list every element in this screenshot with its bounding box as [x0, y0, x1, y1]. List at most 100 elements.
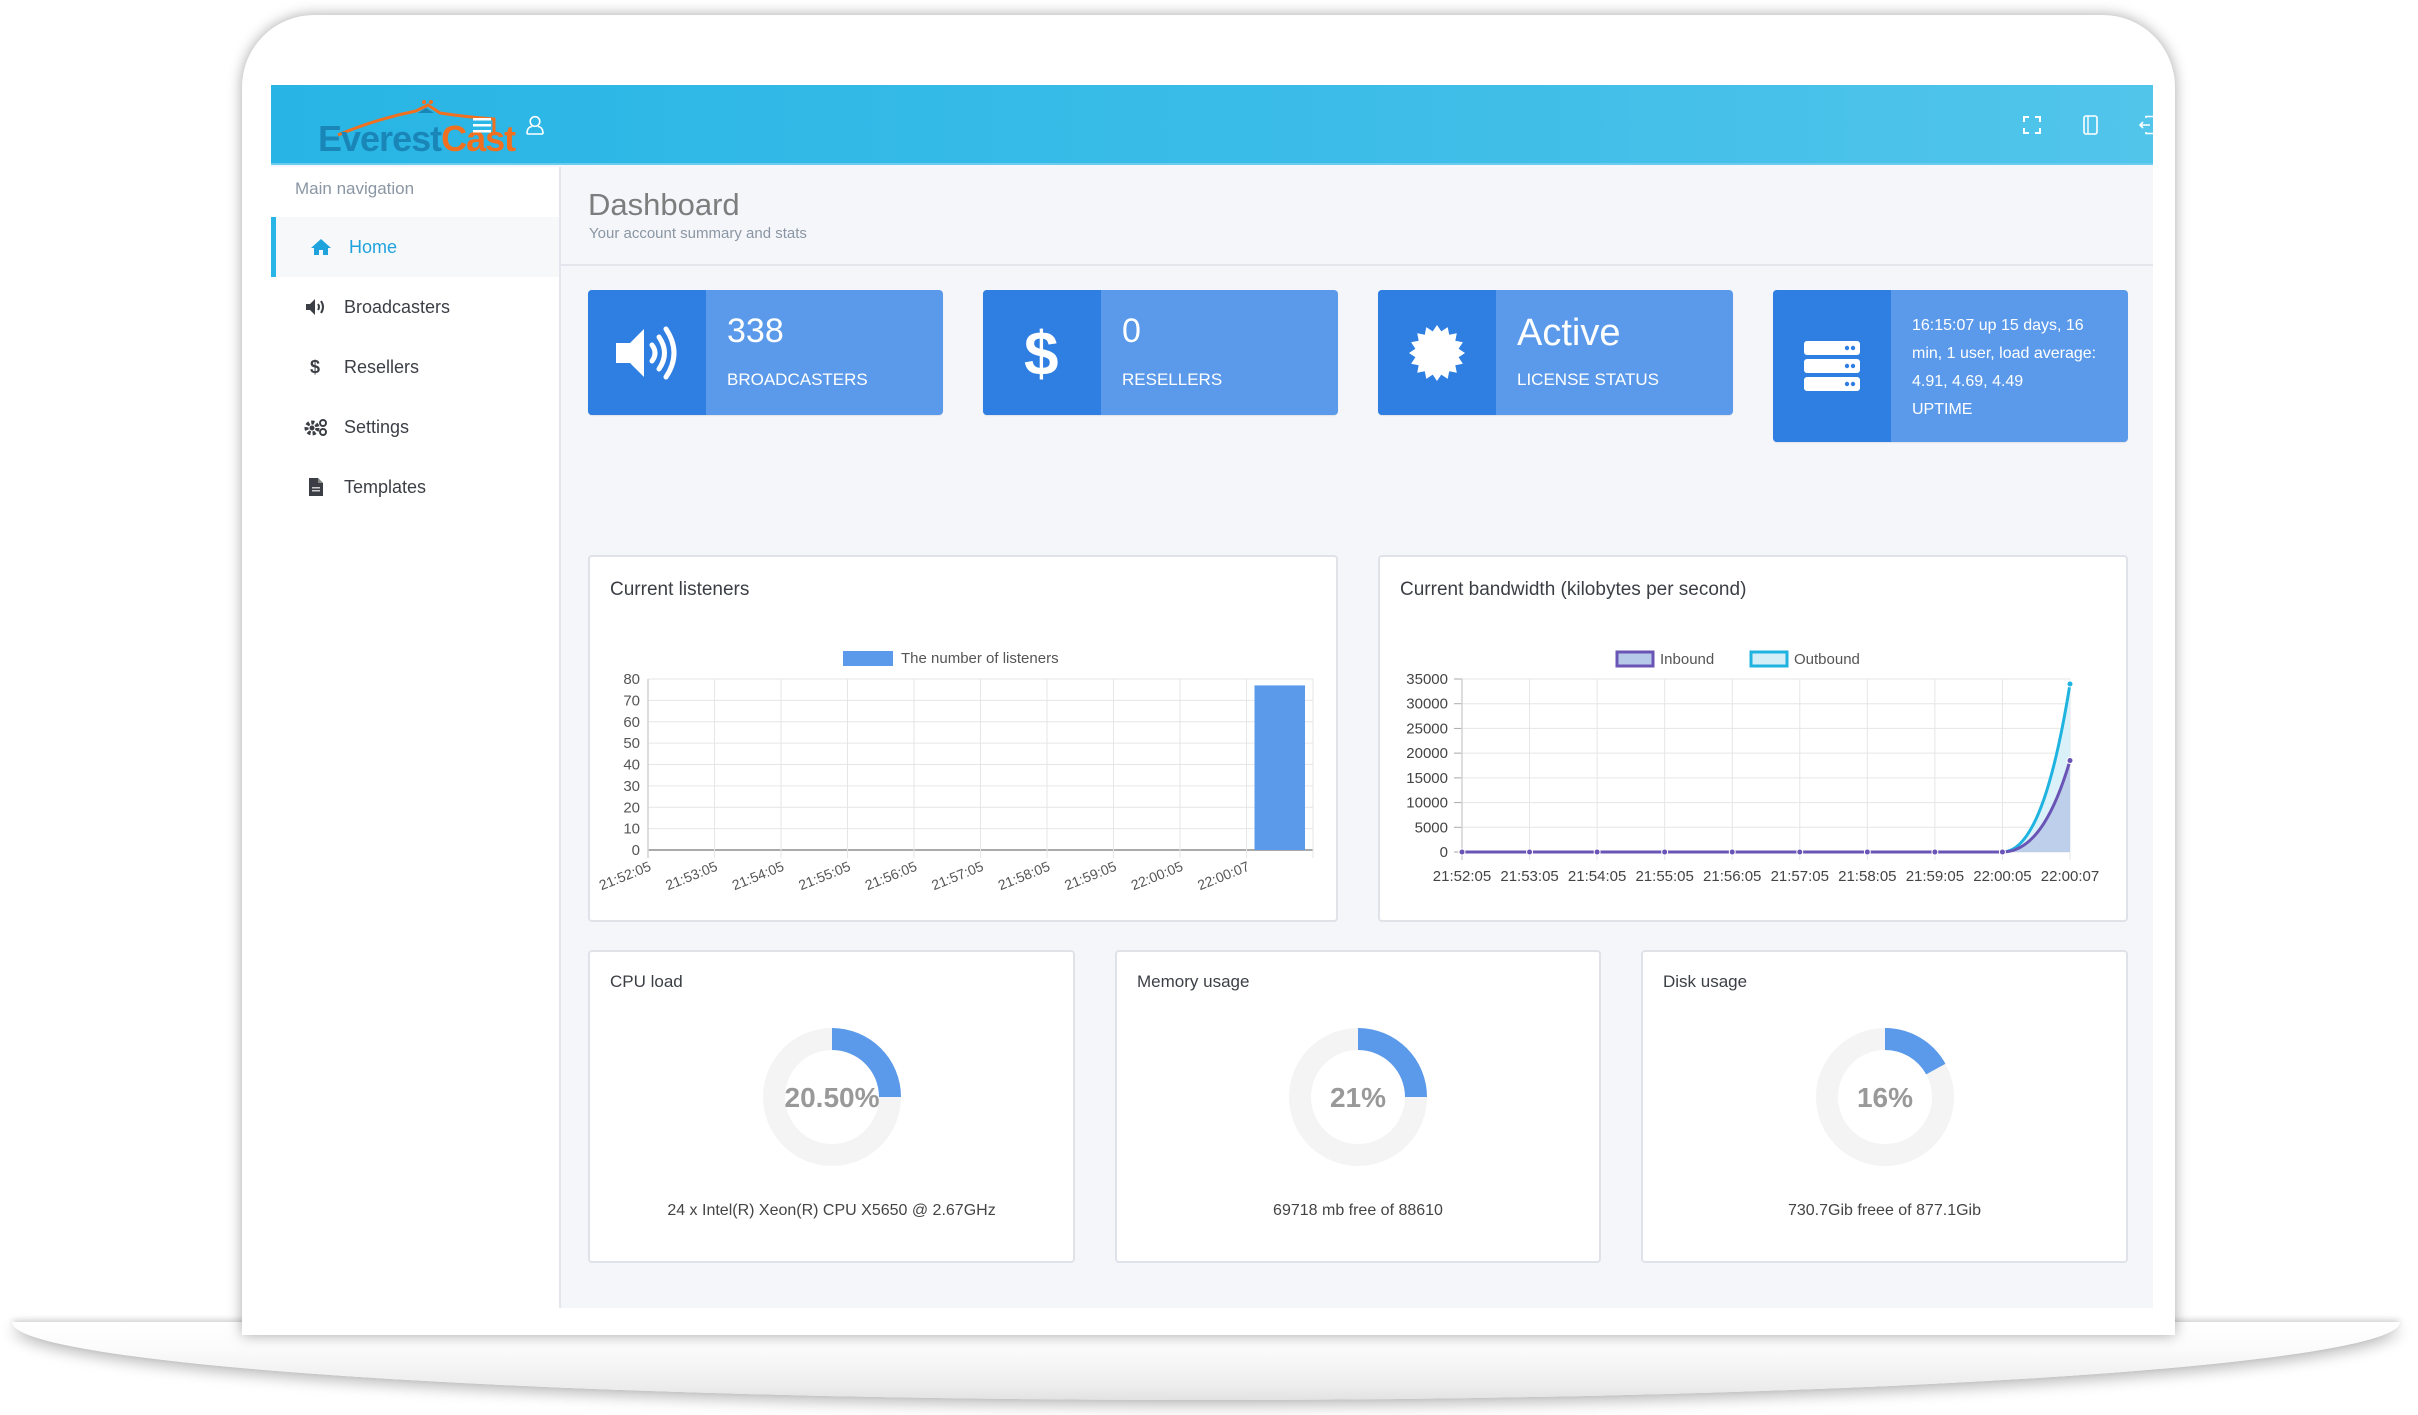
y-tick-label: 10000 [1406, 795, 1448, 812]
stat-value: 0 [1122, 312, 1141, 350]
sidebar-item-settings[interactable]: Settings [271, 397, 559, 457]
volume-icon [303, 294, 329, 320]
y-tick-label: 80 [623, 671, 640, 688]
server-icon [1773, 290, 1891, 442]
certificate-shape [1409, 324, 1465, 381]
bar [1254, 685, 1305, 850]
stat-license[interactable]: Active LICENSE STATUS [1378, 290, 1733, 415]
listeners-bar-chart: The number of listeners 0 10 20 30 40 50 60 70 80… [597, 650, 1314, 893]
data-point [1458, 848, 1466, 856]
stat-value: 338 [727, 312, 784, 350]
page-subtitle: Your account summary and stats [589, 225, 807, 242]
data-point [2066, 757, 2074, 765]
y-tick-label: 15000 [1406, 770, 1448, 787]
logout-button[interactable] [2134, 111, 2153, 139]
series-line-inbound [1462, 760, 2072, 854]
legend-label: The number of listeners [901, 650, 1059, 667]
stat-label: LICENSE STATUS [1517, 370, 1660, 389]
stat-label: UPTIME [1912, 401, 1973, 418]
y-tick-label: 50 [623, 735, 640, 752]
menu-toggle-button[interactable] [468, 111, 496, 139]
notebook-icon [2083, 115, 2098, 135]
disk-usage-panel: Disk usage 16% 730.7Gib freee of 877.1Gi… [1641, 950, 2128, 1263]
top-navbar: EverestCast [271, 85, 2153, 165]
legend-label: Outbound [1794, 651, 1860, 668]
home-icon [308, 234, 334, 260]
sidebar-item-label: Templates [344, 476, 427, 497]
data-point [1728, 848, 1736, 856]
y-tick-label: 20000 [1406, 745, 1448, 762]
y-tick-label: 35000 [1406, 671, 1448, 688]
stat-uptime[interactable]: 16:15:07 up 15 days, 16 min, 1 user, loa… [1773, 290, 2128, 442]
y-tick-label: 0 [632, 842, 640, 859]
uptime-value: 16:15:07 up 15 days, 16 min, 1 user, loa… [1912, 317, 2097, 390]
x-tick-label: 21:58:05 [996, 858, 1053, 893]
dollar-icon: $ [983, 290, 1101, 415]
x-tick-label: 22:00:05 [1129, 858, 1186, 893]
data-point [1593, 848, 1601, 856]
x-tick-label: 21:53:05 [663, 858, 720, 893]
x-tick-label: 22:00:07 [2041, 868, 2099, 885]
legend-swatch [1749, 650, 1789, 668]
sidebar-item-label: Settings [344, 416, 410, 437]
user-profile-button[interactable] [521, 111, 549, 139]
app-screen: EverestCast Main navigation Home Broadca… [271, 85, 2153, 1308]
chart-legend: Inbound Outbound [1615, 650, 1860, 668]
legend-swatch [1615, 650, 1655, 668]
dollar-icon: $ [303, 354, 329, 380]
y-tick-label: 30 [623, 778, 640, 795]
data-point [1526, 848, 1534, 856]
gauge-footer: 730.7Gib freee of 877.1Gib [1787, 1202, 1982, 1219]
stat-resellers[interactable]: $ 0 RESELLERS [983, 290, 1338, 415]
x-tick-label: 22:00:05 [1973, 868, 2031, 885]
x-tick-label: 21:53:05 [1500, 868, 1558, 885]
fullscreen-icon [2023, 116, 2041, 134]
x-tick-label: 21:54:05 [1568, 868, 1626, 885]
bandwidth-area-chart: Inbound Outbound 0 5000 10000 15000 20000 25000… [1406, 650, 2099, 885]
listeners-chart-panel: Current listeners The number of listener… [588, 555, 1338, 922]
x-tick-label: 21:57:05 [1771, 868, 1829, 885]
sidebar-heading: Main navigation [295, 179, 415, 198]
stat-value: Active [1517, 312, 1621, 354]
gauge-footer: 69718 mb free of 88610 [1273, 1202, 1443, 1219]
memory-gauge: 21% [1289, 1028, 1427, 1166]
x-tick-label: 21:56:05 [863, 858, 920, 893]
x-tick-label: 21:59:05 [1062, 858, 1119, 893]
data-point [2066, 680, 2074, 688]
sidebar-item-resellers[interactable]: $ Resellers [271, 337, 559, 397]
bandwidth-chart-panel: Current bandwidth (kilobytes per second)… [1378, 555, 2128, 922]
fullscreen-button[interactable] [2018, 111, 2046, 139]
page-title: Dashboard [588, 187, 740, 222]
cpu-gauge: 20.50% [762, 1028, 901, 1166]
certificate-icon [1378, 290, 1496, 415]
x-tick-label: 22:00:07 [1195, 858, 1252, 893]
y-tick-label: 20 [623, 799, 640, 816]
data-point [1796, 848, 1804, 856]
gauge-footer: 24 x Intel(R) Xeon(R) CPU X5650 @ 2.67GH… [667, 1202, 996, 1219]
file-icon [303, 474, 329, 500]
sidebar-item-label: Resellers [344, 356, 420, 377]
logout-icon [2138, 115, 2153, 135]
cogs-icon [303, 414, 329, 440]
y-tick-label: 25000 [1406, 720, 1448, 737]
x-tick-label: 21:56:05 [1703, 868, 1761, 885]
x-tick-label: 21:59:05 [1906, 868, 1964, 885]
svg-text:$: $ [1024, 321, 1058, 385]
stat-label: BROADCASTERS [727, 370, 868, 389]
menu-icon [473, 118, 491, 133]
x-tick-label: 21:55:05 [796, 858, 853, 893]
sidebar-item-templates[interactable]: Templates [271, 457, 559, 517]
stat-broadcasters[interactable]: 338 BROADCASTERS [588, 290, 943, 415]
cpu-load-panel: CPU load 20.50% 24 x Intel(R) Xeon(R) CP… [588, 950, 1075, 1263]
area-fill-inbound [1462, 760, 2070, 852]
data-point [1931, 848, 1939, 856]
main-content: Dashboard Your account summary and stats… [561, 167, 2153, 1308]
sidebar-item-broadcasters[interactable]: Broadcasters [271, 277, 559, 337]
y-tick-label: 30000 [1406, 696, 1448, 713]
sidebar-item-home[interactable]: Home [271, 217, 559, 277]
gauge-fill [1884, 1028, 1945, 1075]
gauge-value: 20.50% [784, 1082, 879, 1113]
notebook-button[interactable] [2076, 111, 2104, 139]
y-tick-label: 60 [623, 714, 640, 731]
x-tick-label: 21:57:05 [929, 858, 986, 893]
